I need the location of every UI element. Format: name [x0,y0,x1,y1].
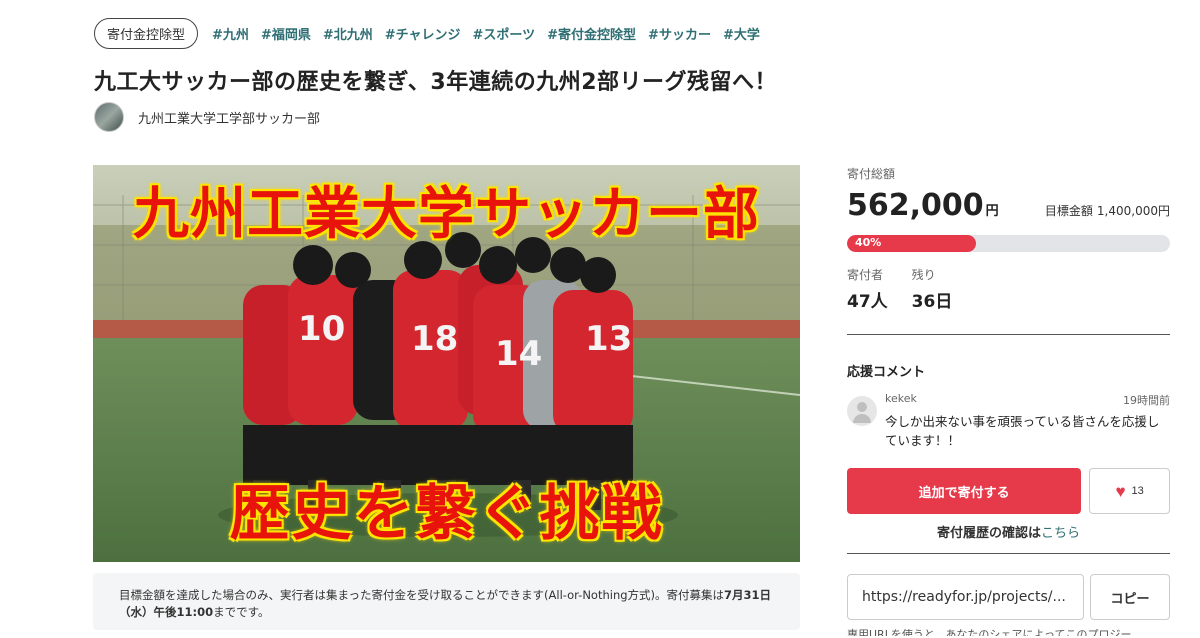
stats-row: 寄付者 47人 残り 36日 [847,266,1170,312]
tag-bar: 寄付金控除型 #九州 #福岡県 #北九州 #チャレンジ #スポーツ #寄付金控除… [94,18,760,49]
tag-list: #九州 #福岡県 #北九州 #チャレンジ #スポーツ #寄付金控除型 #サッカー… [212,24,760,43]
donation-history: 寄付履歴の確認はこちら [847,522,1170,541]
favorite-button[interactable]: ♥ 13 [1089,468,1170,514]
jersey-number: 14 [495,334,542,374]
total-row: 562,000 円 目標金額 1,400,000円 [847,188,1170,223]
action-row: 追加で寄付する ♥ 13 [847,468,1170,514]
comment-time: 19時間前 [1123,394,1170,407]
copy-button[interactable]: コピー [1090,574,1170,620]
tag-link[interactable]: #寄付金控除型 [547,24,636,43]
goal-value: 1,400,000円 [1096,204,1170,218]
hero-image: 10 18 14 13 九州工業大学サッカー部 歴史を繋ぐ挑戦 [93,165,800,562]
total-amount: 562,000 円 [847,188,999,223]
goal-amount: 目標金額 1,400,000円 [1045,202,1170,219]
jersey-number: 18 [411,319,458,359]
notice-text-end: までです。 [213,605,270,619]
divider [847,334,1170,335]
share-row: https://readyfor.jp/projects/... コピー [847,574,1170,620]
total-label: 寄付総額 [847,167,896,181]
donate-button[interactable]: 追加で寄付する [847,468,1082,514]
comment-user: kekek [885,392,917,405]
donors-label: 寄付者 [847,268,884,282]
all-or-nothing-notice: 目標金額を達成した場合のみ、実行者は集まった寄付金を受け取ることができます(Al… [93,573,800,630]
remaining-value: 36日 [911,292,953,312]
tag-link[interactable]: #福岡県 [261,24,311,43]
jersey-number: 10 [298,309,345,349]
donors-stat: 寄付者 47人 [847,266,888,312]
history-text: 寄付履歴の確認は [936,526,1041,541]
tag-link[interactable]: #北九州 [323,24,373,43]
remaining-label: 残り [911,268,936,282]
heart-icon: ♥ [1115,481,1126,501]
owner-name[interactable]: 九州工業大学工学部サッカー部 [138,108,320,127]
tag-link[interactable]: #サッカー [648,24,711,43]
progress-label: 40% [855,236,882,249]
share-url-field[interactable]: https://readyfor.jp/projects/... [847,574,1084,620]
jersey-number: 13 [585,319,632,359]
tag-link[interactable]: #チャレンジ [385,24,461,43]
total-unit: 円 [985,204,999,219]
comment-item: kekek 19時間前 今しか出来ない事を頑張っている皆さんを応援しています！！ [847,392,1170,450]
history-link[interactable]: こちら [1041,526,1080,541]
favorite-count: 13 [1131,485,1144,497]
hero-title-text: 九州工業大学サッカー部 [133,181,760,247]
tag-link[interactable]: #大学 [723,24,760,43]
comment-text: 今しか出来ない事を頑張っている皆さんを応援しています！！ [885,414,1160,448]
comment-body: kekek 19時間前 今しか出来ない事を頑張っている皆さんを応援しています！！ [885,392,1170,450]
funding-sidebar: 寄付総額 562,000 円 目標金額 1,400,000円 40% 寄付者 47人… [847,165,1170,636]
owner-avatar[interactable] [94,102,124,132]
type-badge[interactable]: 寄付金控除型 [94,18,199,49]
total-value: 562,000 [847,188,984,223]
remaining-stat: 残り 36日 [912,266,953,312]
comments-title: 応援コメント [847,365,926,380]
comment-header: kekek 19時間前 [885,392,1170,408]
donors-value: 47人 [847,292,888,312]
owner-info[interactable]: 九州工業大学工学部サッカー部 [94,102,320,132]
notice-text: 目標金額を達成した場合のみ、実行者は集まった寄付金を受け取ることができます(Al… [119,588,725,602]
goal-label: 目標金額 [1044,204,1093,218]
progress-bar: 40% [847,235,1170,252]
tag-link[interactable]: #スポーツ [473,24,536,43]
user-avatar-icon [847,396,877,426]
project-title: 九工大サッカー部の歴史を繋ぎ、3年連続の九州2部リーグ残留へ！ [94,70,778,95]
hero-slogan-text: 歴史を繋ぐ挑戦 [229,479,664,549]
share-note: 専用URLを使うと、あなたのシェアによってこのプロジー [847,628,1132,636]
tag-link[interactable]: #九州 [212,24,249,43]
divider [847,553,1170,554]
